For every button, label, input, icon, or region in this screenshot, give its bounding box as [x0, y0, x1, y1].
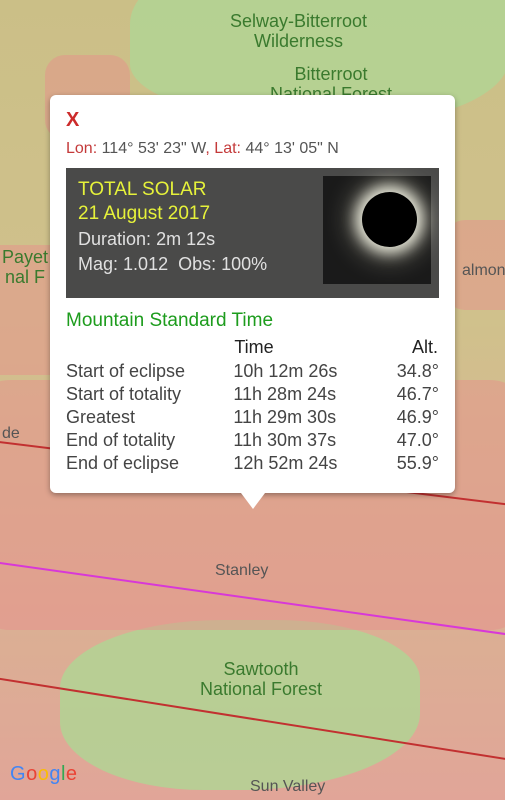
event-name: End of totality	[66, 429, 233, 452]
city-label-stanley: Stanley	[215, 562, 268, 580]
lat-value: 44° 13' 05" N	[245, 140, 338, 157]
event-alt: 34.8°	[380, 360, 439, 383]
eclipse-banner: TOTAL SOLAR 21 August 2017 Duration: 2m …	[66, 168, 439, 298]
city-label-salmon: almon	[462, 262, 505, 280]
forest-blob	[60, 620, 420, 790]
close-button[interactable]: X	[66, 109, 439, 132]
event-alt: 47.0°	[380, 429, 439, 452]
col-alt: Alt.	[380, 336, 439, 360]
google-attribution: Google	[10, 763, 78, 786]
coordinates-row: Lon: 114° 53' 23" W, Lat: 44° 13' 05" N	[66, 140, 439, 158]
event-name: Start of totality	[66, 383, 233, 406]
eclipse-type: TOTAL SOLAR	[78, 179, 206, 200]
event-alt: 55.9°	[380, 452, 439, 475]
event-name: Start of eclipse	[66, 360, 233, 383]
event-name: Greatest	[66, 406, 233, 429]
table-row: End of eclipse12h 52m 24s55.9°	[66, 452, 439, 475]
table-row: Start of totality11h 28m 24s46.7°	[66, 383, 439, 406]
duration-value: 2m 12s	[156, 229, 215, 249]
lat-label: Lat:	[214, 140, 241, 157]
forest-label-sawtooth: SawtoothNational Forest	[200, 660, 322, 700]
mag-label: Mag:	[78, 254, 118, 274]
event-time: 10h 12m 26s	[233, 360, 379, 383]
col-time: Time	[233, 336, 379, 360]
event-time: 11h 30m 37s	[233, 429, 379, 452]
mag-value: 1.012	[123, 254, 168, 274]
table-row: Start of eclipse10h 12m 26s34.8°	[66, 360, 439, 383]
event-name: End of eclipse	[66, 452, 233, 475]
eclipse-date: 21 August 2017	[78, 203, 210, 224]
event-time: 12h 52m 24s	[233, 452, 379, 475]
event-time: 11h 28m 24s	[233, 383, 379, 406]
timezone-label: Mountain Standard Time	[66, 310, 439, 332]
table-row: End of totality11h 30m 37s47.0°	[66, 429, 439, 452]
duration-label: Duration:	[78, 229, 151, 249]
obs-value: 100%	[221, 254, 267, 274]
eclipse-times-table: Time Alt. Start of eclipse10h 12m 26s34.…	[66, 336, 439, 475]
city-label-sunvalley: Sun Valley	[250, 778, 325, 796]
forest-label-payette: Payetnal F	[2, 248, 48, 288]
col-event	[66, 336, 233, 360]
event-alt: 46.7°	[380, 383, 439, 406]
table-row: Greatest11h 29m 30s46.9°	[66, 406, 439, 429]
event-alt: 46.9°	[380, 406, 439, 429]
forest-label-selway: Selway-BitterrootWilderness	[230, 12, 367, 52]
eclipse-sun-icon	[362, 192, 417, 247]
eclipse-info-popup: X Lon: 114° 53' 23" W, Lat: 44° 13' 05" …	[50, 95, 455, 493]
lon-label: Lon:	[66, 140, 97, 157]
event-time: 11h 29m 30s	[233, 406, 379, 429]
city-label-de: de	[2, 425, 20, 443]
lon-value: 114° 53' 23" W	[102, 140, 206, 157]
eclipse-thumbnail	[323, 176, 431, 284]
obs-label: Obs:	[178, 254, 216, 274]
